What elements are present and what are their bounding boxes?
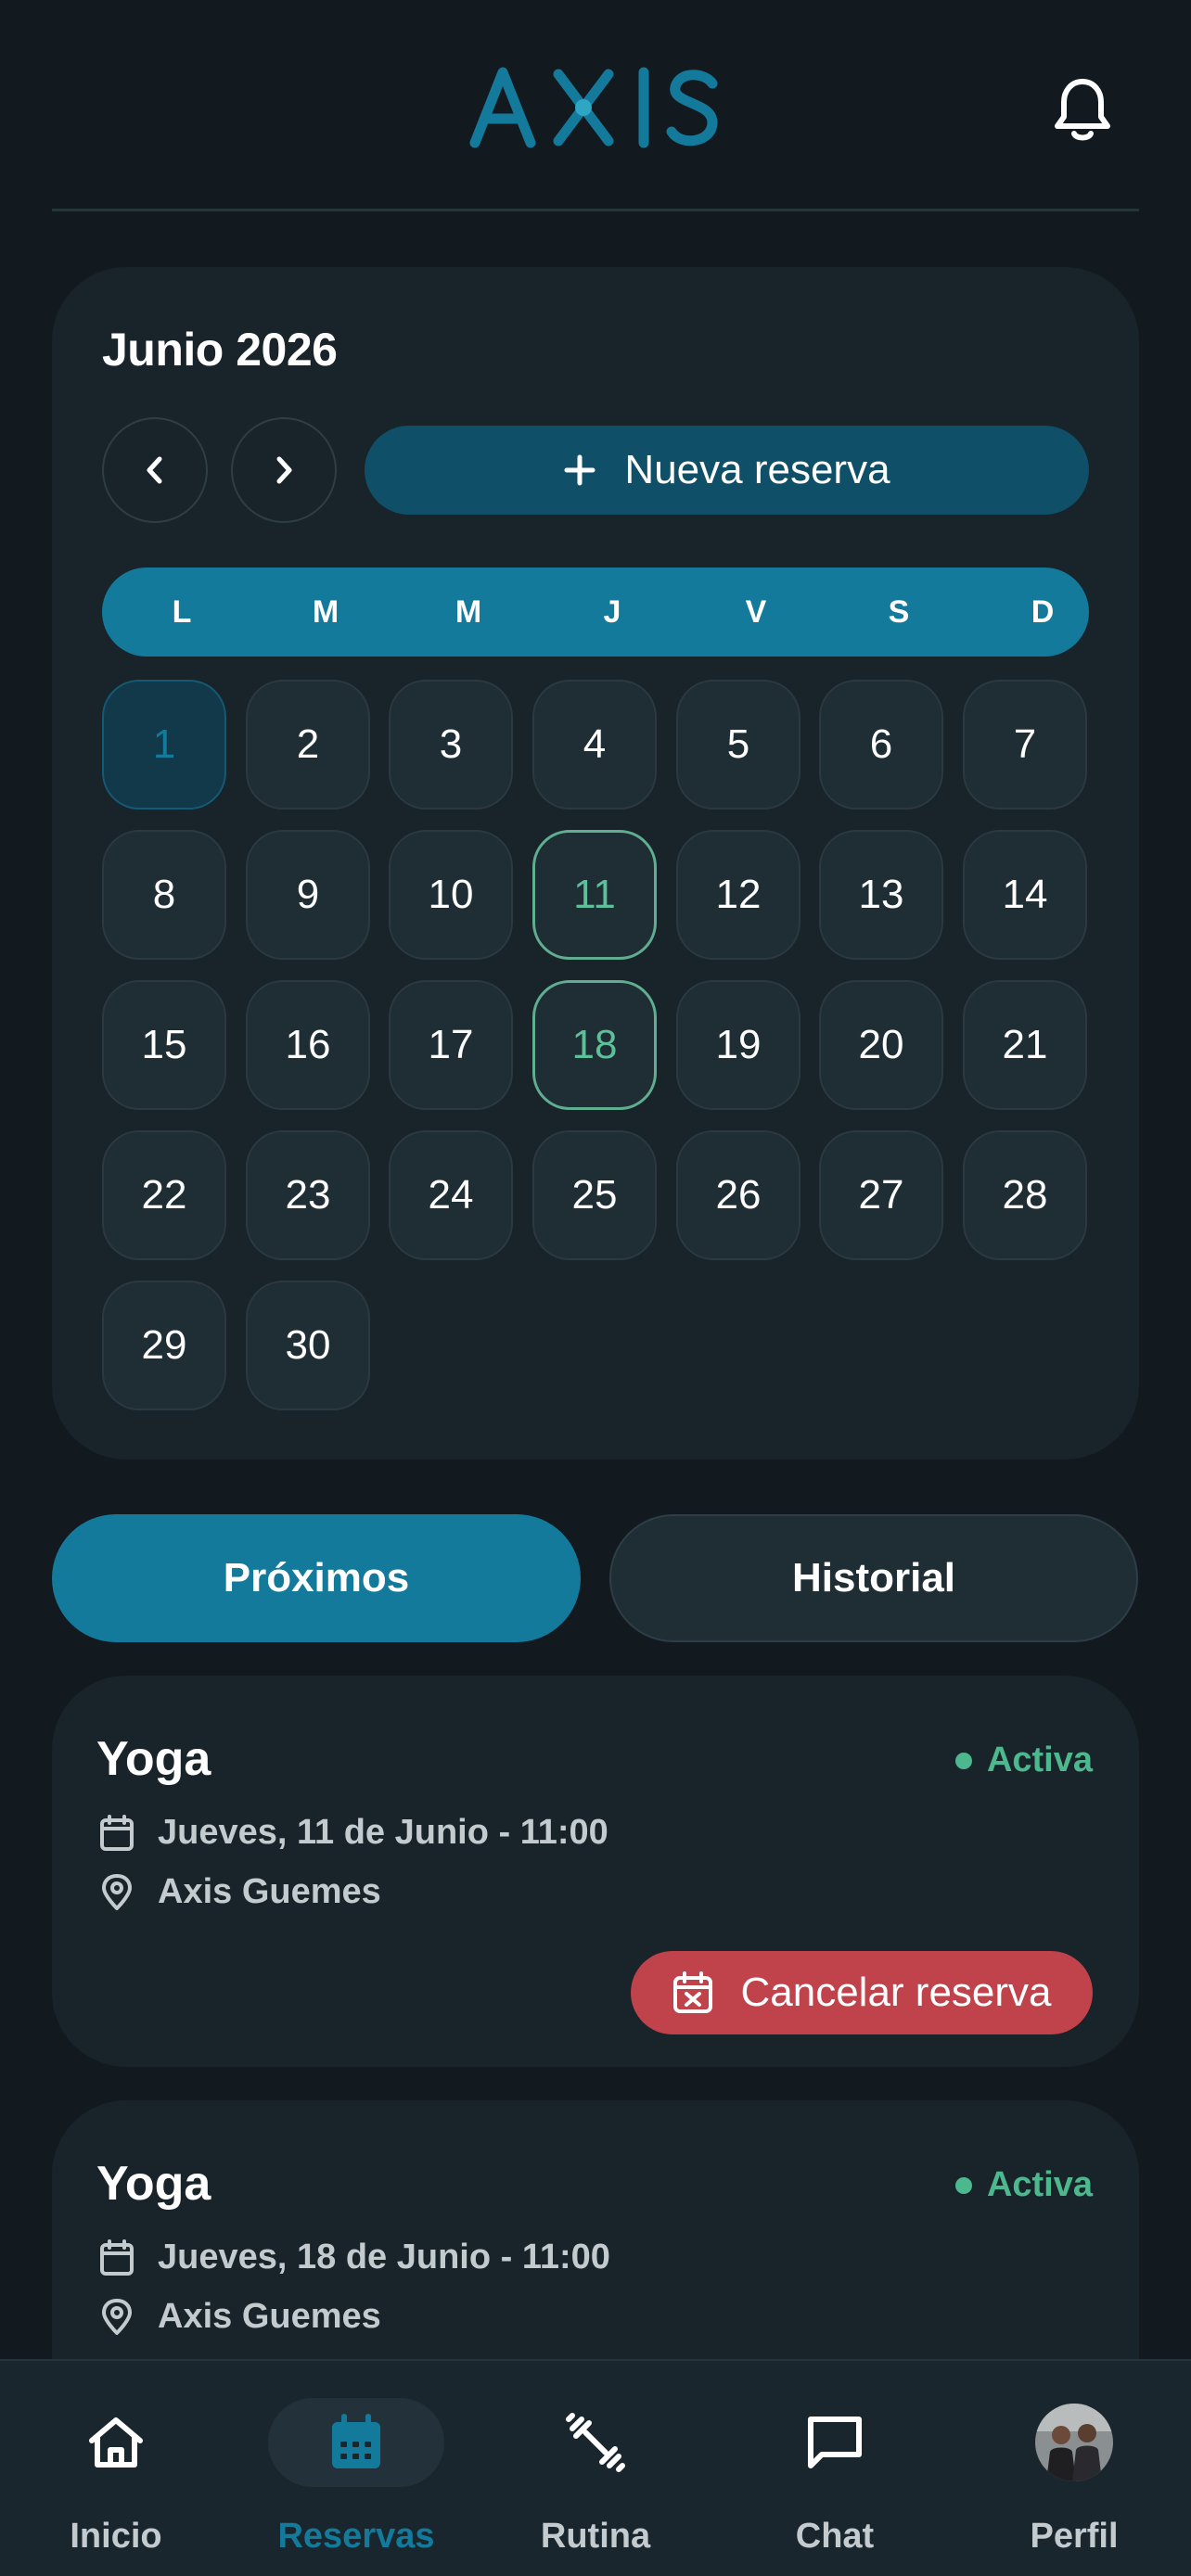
status-label: Activa: [986, 2165, 1093, 2204]
booking-date: Jueves, 18 de Junio - 11:00: [98, 2238, 610, 2277]
calendar-card: Junio 2026 Nueva reserva L M M J V S D 1…: [52, 267, 1139, 1460]
calendar-day[interactable]: 23: [246, 1130, 370, 1260]
calendar-day[interactable]: 1: [102, 680, 226, 810]
next-month-button[interactable]: [231, 417, 337, 523]
avatar: [1035, 2404, 1113, 2481]
weekday-label: S: [888, 594, 910, 630]
cancel-booking-label: Cancelar reserva: [740, 1970, 1052, 2015]
calendar-day[interactable]: 3: [389, 680, 513, 810]
calendar-day[interactable]: 19: [676, 980, 800, 1110]
booking-date-text: Jueves, 11 de Junio - 11:00: [158, 1813, 608, 1852]
nav-item-inicio[interactable]: Inicio: [14, 2361, 218, 2576]
calendar-day[interactable]: 24: [389, 1130, 513, 1260]
booking-title: Yoga: [96, 2157, 211, 2211]
calendar-day[interactable]: 28: [963, 1130, 1087, 1260]
prev-month-button[interactable]: [102, 417, 208, 523]
new-booking-label: Nueva reserva: [624, 447, 890, 492]
booking-location: Axis Guemes: [98, 2297, 381, 2337]
calendar-day[interactable]: 16: [246, 980, 370, 1110]
month-title: Junio 2026: [102, 324, 338, 376]
calendar-day[interactable]: 30: [246, 1281, 370, 1410]
cancel-booking-button[interactable]: Cancelar reserva: [631, 1951, 1093, 2034]
calendar-day[interactable]: 15: [102, 980, 226, 1110]
dumbbell-icon: [566, 2413, 625, 2472]
status-dot: [954, 2176, 972, 2194]
chat-icon: [808, 2417, 862, 2468]
calendar-day[interactable]: 4: [532, 680, 657, 810]
tab-upcoming[interactable]: Próximos: [52, 1514, 581, 1642]
nav-label: Inicio: [70, 2517, 162, 2556]
status-label: Activa: [986, 1741, 1093, 1779]
calendar-day[interactable]: 13: [819, 830, 943, 960]
bell-icon[interactable]: [1052, 76, 1113, 143]
calendar-icon: [332, 2414, 380, 2468]
calendar-day[interactable]: 8: [102, 830, 226, 960]
nav-item-reservas[interactable]: Reservas: [254, 2361, 458, 2576]
calendar-day[interactable]: 27: [819, 1130, 943, 1260]
location-pin-icon: [102, 2298, 132, 2335]
booking-title: Yoga: [96, 1732, 211, 1786]
calendar-day[interactable]: 25: [532, 1130, 657, 1260]
nav-item-chat[interactable]: Chat: [733, 2361, 937, 2576]
weekday-label: M: [312, 594, 339, 630]
calendar-day[interactable]: 17: [389, 980, 513, 1110]
calendar-day[interactable]: 5: [676, 680, 800, 810]
nav-icon-wrap: [507, 2398, 684, 2487]
calendar-day[interactable]: 14: [963, 830, 1087, 960]
booking-location-text: Axis Guemes: [158, 2297, 381, 2336]
nav-label: Chat: [795, 2517, 875, 2556]
calendar-day[interactable]: 12: [676, 830, 800, 960]
home-icon: [89, 2417, 143, 2468]
calendar-day[interactable]: 21: [963, 980, 1087, 1110]
booking-date-text: Jueves, 18 de Junio - 11:00: [158, 2238, 610, 2276]
calendar-day[interactable]: 18: [532, 980, 657, 1110]
header-divider: [52, 209, 1139, 211]
calendar-icon: [100, 2238, 134, 2276]
axis-logo: [469, 67, 718, 148]
weekday-label: D: [1031, 594, 1055, 630]
chevron-left-icon: [147, 456, 162, 484]
bottom-nav: Inicio Reservas Rutina Chat Perfil: [0, 2359, 1191, 2576]
new-booking-button[interactable]: Nueva reserva: [365, 426, 1089, 515]
tab-history[interactable]: Historial: [609, 1514, 1138, 1642]
booking-date: Jueves, 11 de Junio - 11:00: [98, 1813, 608, 1853]
status-badge: Activa: [954, 2165, 1093, 2205]
nav-item-rutina[interactable]: Rutina: [493, 2361, 698, 2576]
nav-label: Rutina: [540, 2517, 651, 2556]
nav-label: Perfil: [1030, 2517, 1119, 2556]
status-dot: [954, 1752, 972, 1769]
weekday-label: J: [603, 594, 621, 630]
app-header: [0, 0, 1191, 211]
calendar-icon: [100, 1814, 134, 1851]
booking-location: Axis Guemes: [98, 1872, 381, 1912]
weekday-label: L: [172, 594, 192, 630]
calendar-day[interactable]: 22: [102, 1130, 226, 1260]
calendar-day[interactable]: 29: [102, 1281, 226, 1410]
nav-icon-wrap: [986, 2398, 1162, 2487]
calendar-day[interactable]: 9: [246, 830, 370, 960]
nav-icon-wrap: [268, 2398, 444, 2487]
status-badge: Activa: [954, 1741, 1093, 1780]
calendar-day[interactable]: 10: [389, 830, 513, 960]
calendar-cancel-icon: [673, 1971, 713, 2013]
booking-card: Yoga Activa Jueves, 11 de Junio - 11:00 …: [52, 1676, 1139, 2067]
calendar-day[interactable]: 11: [532, 830, 657, 960]
calendar-day[interactable]: 26: [676, 1130, 800, 1260]
calendar-day[interactable]: 6: [819, 680, 943, 810]
calendar-day[interactable]: 7: [963, 680, 1087, 810]
chevron-right-icon: [276, 456, 292, 484]
nav-icon-wrap: [747, 2398, 923, 2487]
nav-icon-wrap: [28, 2398, 204, 2487]
booking-location-text: Axis Guemes: [158, 1872, 381, 1911]
nav-label: Reservas: [277, 2517, 435, 2556]
weekday-label: V: [745, 594, 767, 630]
nav-item-perfil[interactable]: Perfil: [972, 2361, 1176, 2576]
calendar-day[interactable]: 2: [246, 680, 370, 810]
weekday-label: M: [455, 594, 482, 630]
weekday-header: L M M J V S D: [102, 567, 1089, 657]
calendar-day[interactable]: 20: [819, 980, 943, 1110]
location-pin-icon: [102, 1873, 132, 1910]
plus-icon: [564, 454, 596, 486]
